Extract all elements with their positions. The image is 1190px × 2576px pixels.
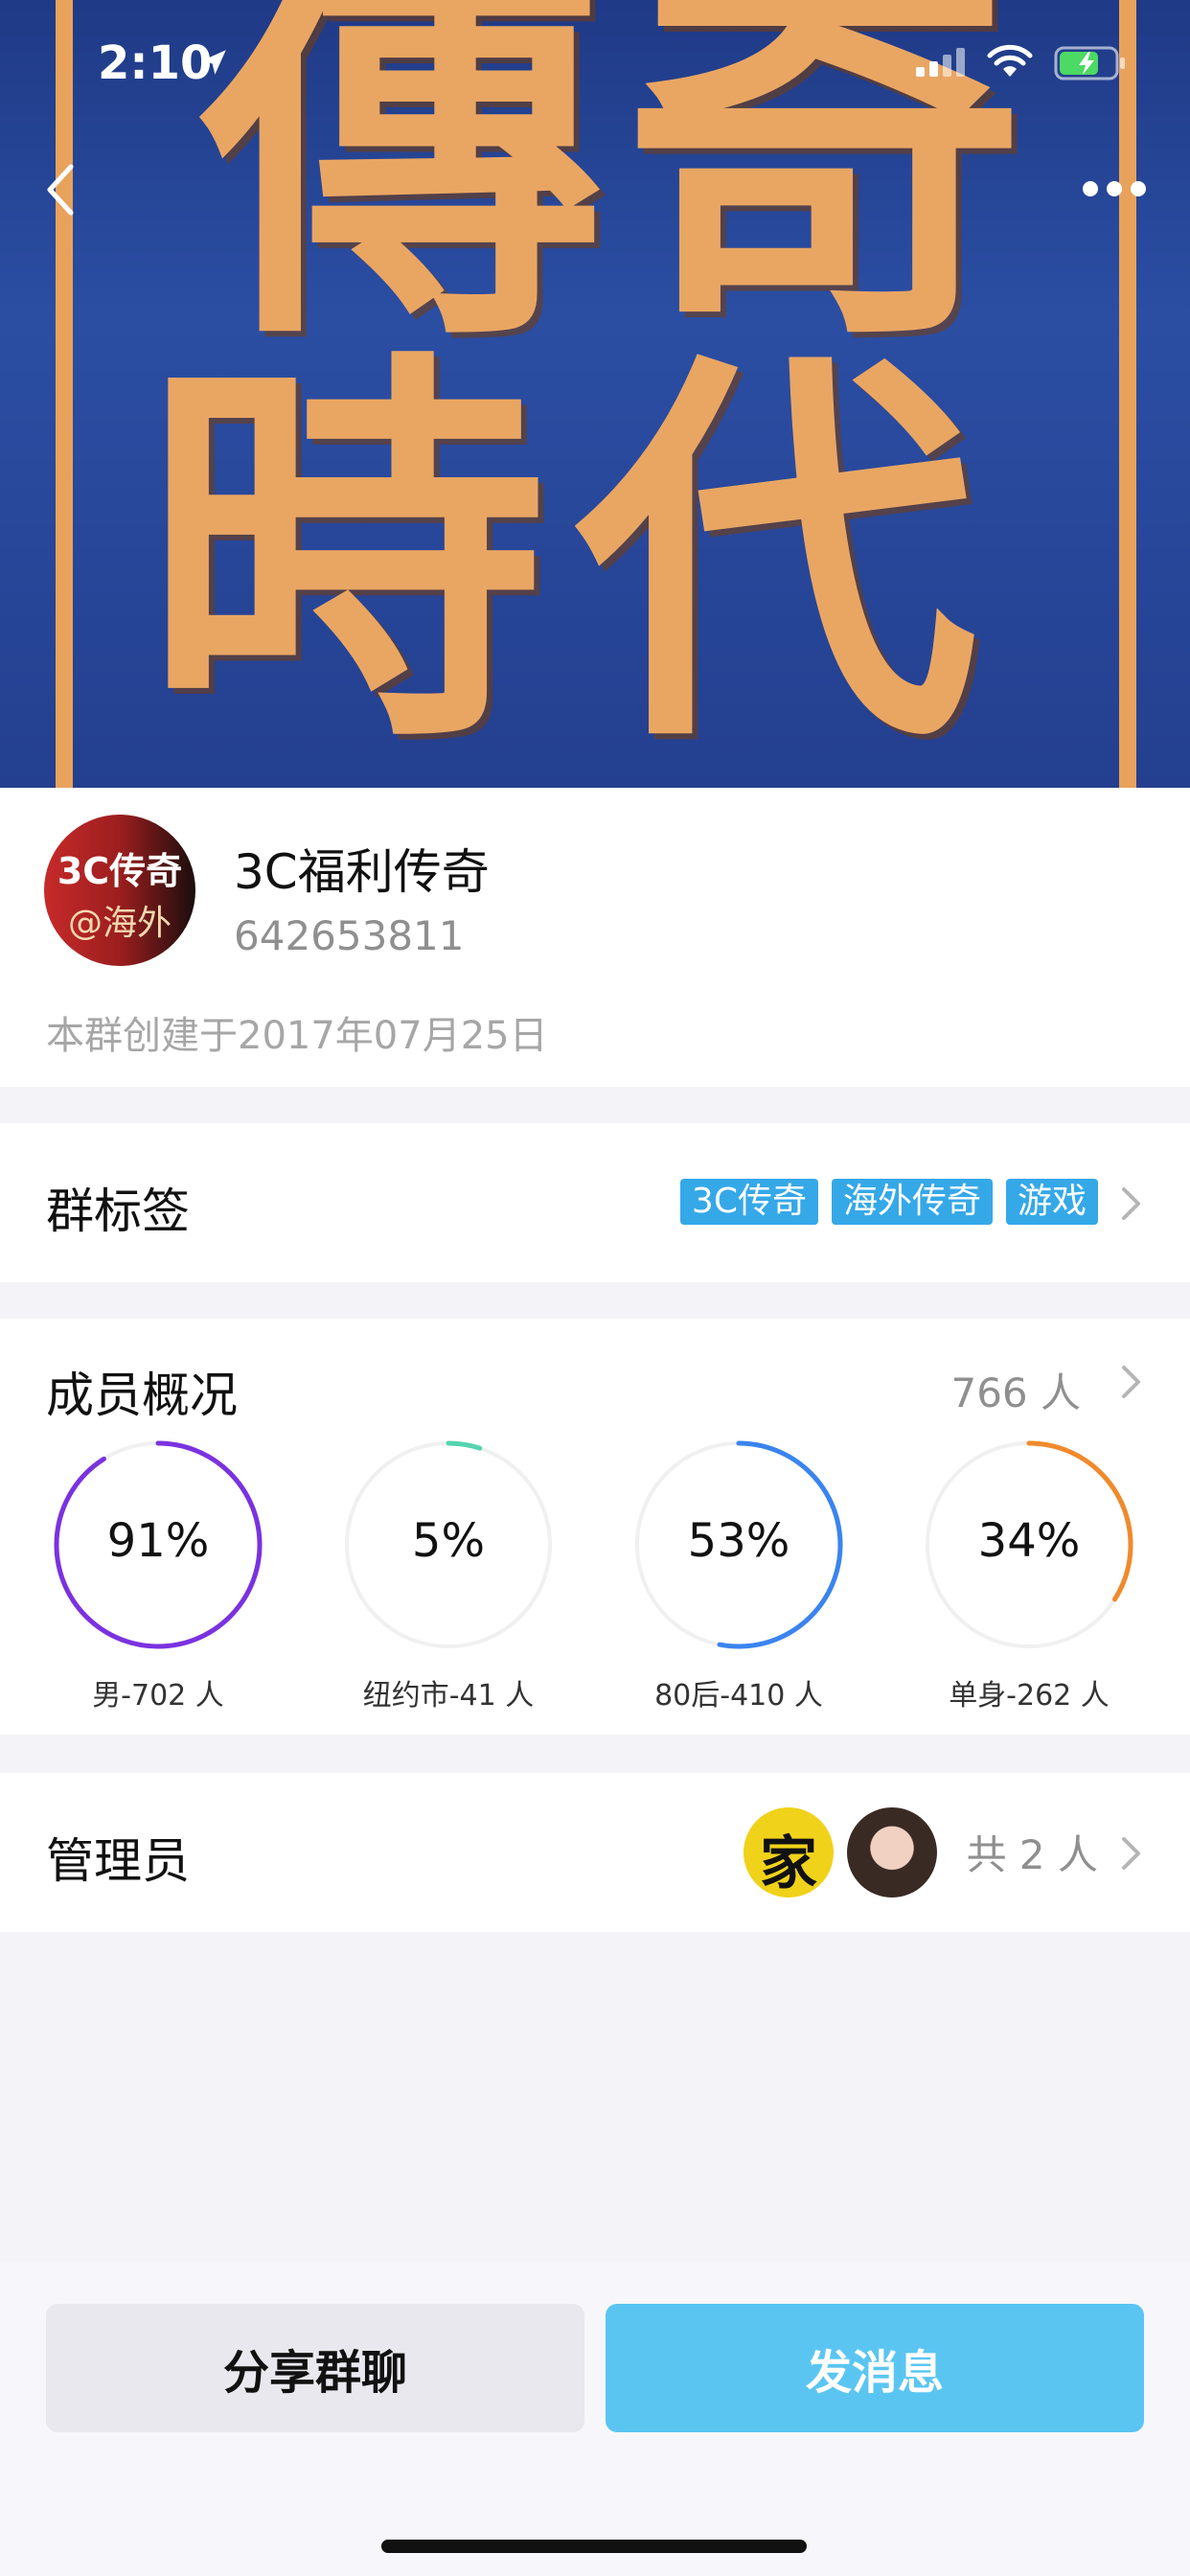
member-count: 766 人 <box>950 1369 1081 1416</box>
admins-row[interactable]: 管理员 家 共 2 人 <box>0 1773 1190 1932</box>
battery-charging-icon <box>1054 46 1125 80</box>
home-indicator[interactable] <box>381 2540 807 2553</box>
group-avatar-text-line2: @海外 <box>67 904 172 943</box>
group-name: 3C福利传奇 <box>234 844 490 900</box>
share-group-button[interactable]: 分享群聊 <box>46 2304 584 2432</box>
stat-percent: 34% <box>977 1514 1081 1568</box>
admin-avatar[interactable]: 家 <box>744 1807 834 1898</box>
stat-percent: 53% <box>687 1514 790 1568</box>
more-options-icon[interactable] <box>1081 178 1148 199</box>
stat-gender: 91% 男-702 人 <box>48 1439 268 1727</box>
group-created-date: 本群创建于2017年07月25日 <box>46 1014 548 1058</box>
group-avatar[interactable]: 3C传奇 @海外 <box>44 815 195 966</box>
send-message-button[interactable]: 发消息 <box>606 2304 1144 2432</box>
status-time: 2:10 <box>98 36 213 90</box>
wifi-icon <box>987 44 1033 77</box>
group-tags-title: 群标签 <box>46 1184 190 1239</box>
group-id: 642653811 <box>234 912 465 959</box>
tag-item: 海外传奇 <box>831 1179 993 1225</box>
stat-label: 男-702 人 <box>92 1679 224 1713</box>
group-avatar-text-line1: 3C传奇 <box>57 850 183 892</box>
stat-location: 5% 纽约市-41 人 <box>338 1439 559 1727</box>
tag-item: 游戏 <box>1005 1179 1098 1225</box>
members-overview-card[interactable]: 成员概况 766 人 91% 男-702 人 5% 纽约市-41 人 53% 8… <box>0 1319 1190 1735</box>
chevron-right-icon <box>1122 1187 1140 1220</box>
location-arrow-icon <box>201 50 226 75</box>
chevron-right-icon <box>1122 1837 1140 1870</box>
chevron-right-icon <box>1122 1366 1140 1398</box>
admin-avatar[interactable] <box>847 1807 937 1898</box>
members-overview-title: 成员概况 <box>46 1368 238 1423</box>
status-bar: 2:10 <box>0 0 1190 126</box>
back-icon[interactable] <box>42 161 80 218</box>
bottom-action-bar: 分享群聊 发消息 <box>0 2262 1190 2576</box>
cover-art-line2: 時代 <box>144 319 1006 788</box>
admins-title: 管理员 <box>46 1833 190 1889</box>
stat-percent: 91% <box>106 1514 210 1568</box>
group-tags-list: 3C传奇 海外传奇 游戏 <box>679 1179 1098 1225</box>
stat-label: 纽约市-41 人 <box>362 1679 535 1713</box>
tag-item: 3C传奇 <box>679 1179 818 1225</box>
stat-single: 34% 单身-262 人 <box>919 1439 1139 1727</box>
admin-count: 共 2 人 <box>966 1831 1098 1878</box>
group-tags-row[interactable]: 群标签 3C传奇 海外传奇 游戏 <box>0 1123 1190 1282</box>
stat-percent: 5% <box>411 1514 486 1568</box>
admin-avatar-text: 家 <box>760 1830 817 1898</box>
stat-label: 80后-410 人 <box>654 1679 823 1713</box>
stat-age: 53% 80后-410 人 <box>629 1439 849 1727</box>
cellular-signal-icon <box>916 48 965 77</box>
group-info-card: 3C传奇 @海外 3C福利传奇 642653811 本群创建于2017年07月2… <box>0 788 1190 1087</box>
stat-label: 单身-262 人 <box>949 1679 1110 1713</box>
